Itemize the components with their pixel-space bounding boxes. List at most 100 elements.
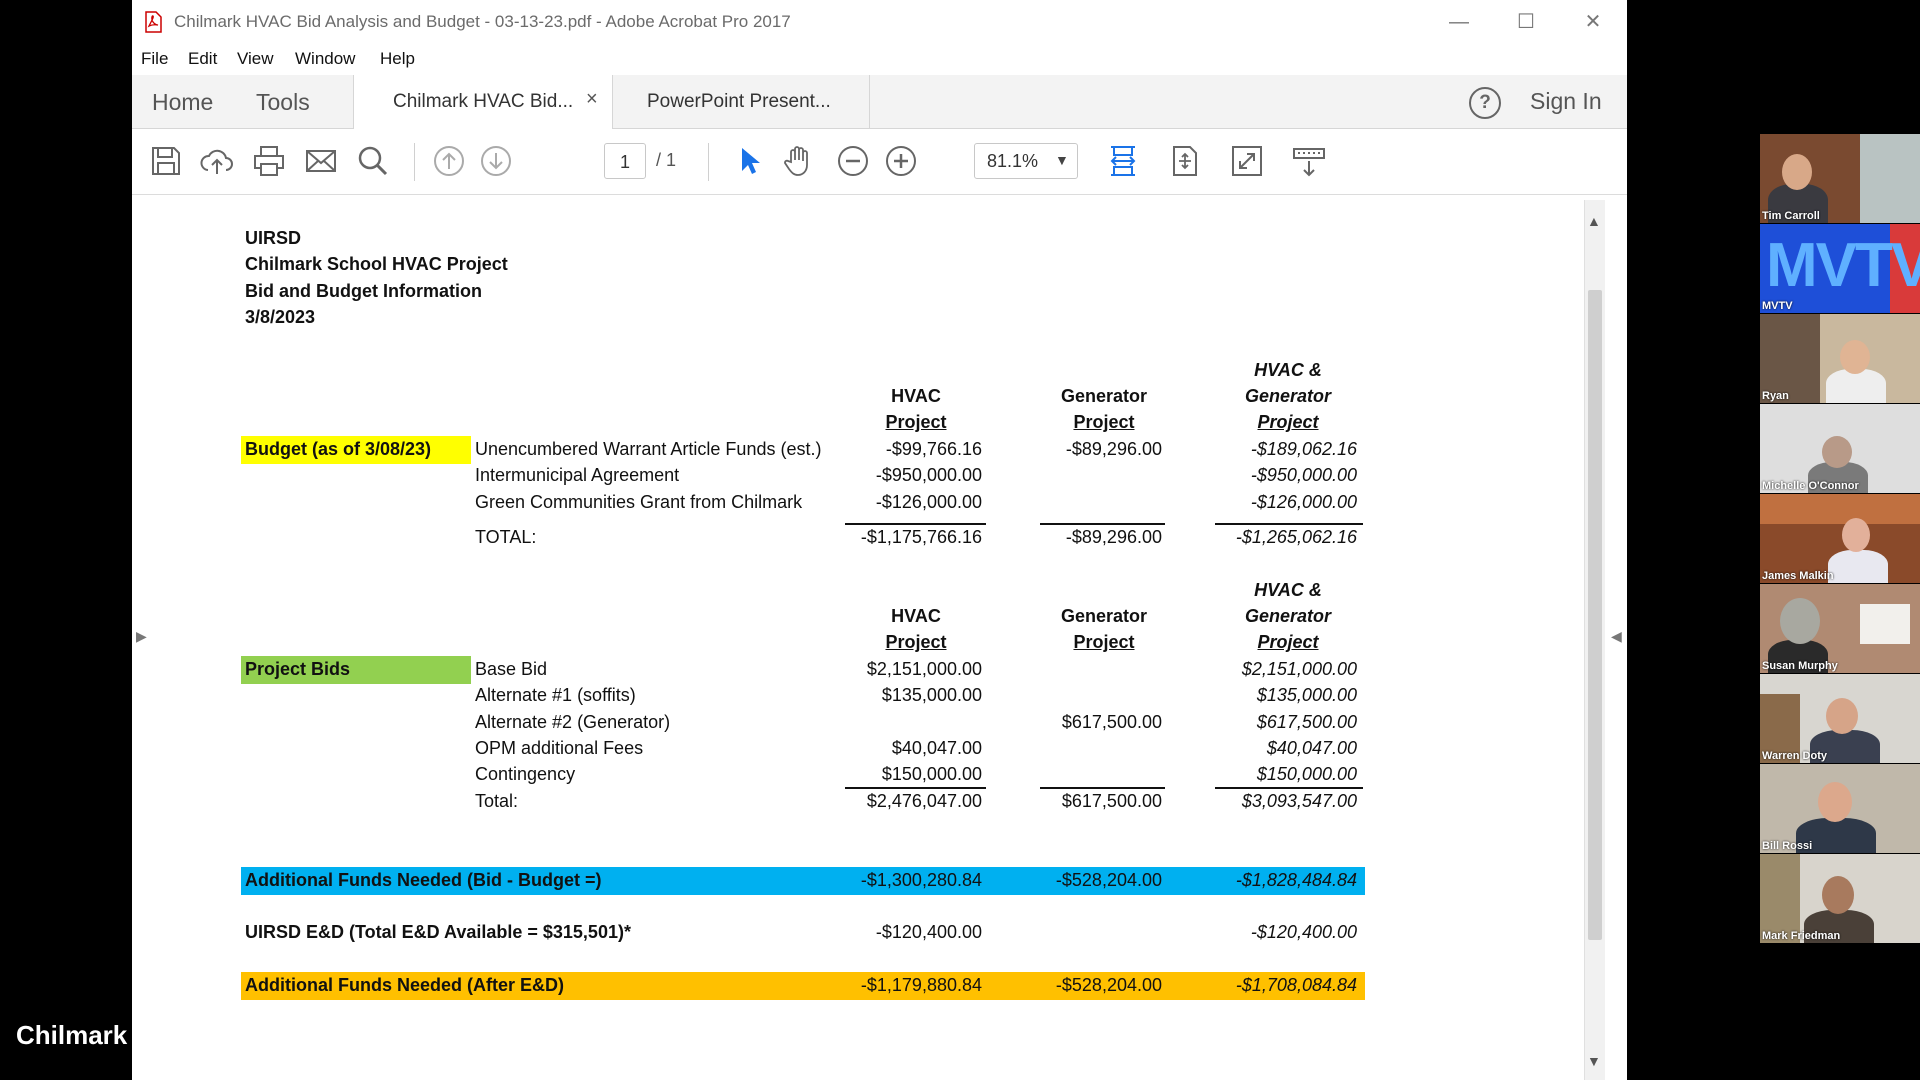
page-up-icon[interactable] [432, 144, 466, 178]
participant-tile[interactable]: Warren Doty [1760, 674, 1920, 763]
doc-project: Chilmark School HVAC Project [245, 254, 508, 274]
participant-tile[interactable]: Ryan [1760, 314, 1920, 403]
participant-tile[interactable]: MVTV MVTV [1760, 224, 1920, 313]
page-number-input[interactable]: 1 [604, 143, 646, 179]
col-header-combined: HVAC & [1254, 580, 1322, 600]
fit-page-icon[interactable] [1168, 144, 1202, 178]
participant-name: MVTV [1762, 300, 1793, 312]
menu-view[interactable]: View [237, 49, 274, 69]
scroll-up-icon[interactable]: ▲ [1587, 213, 1601, 229]
doc-subtitle: Bid and Budget Information [245, 281, 482, 301]
participant-tile[interactable]: Tim Carroll [1760, 134, 1920, 223]
total-rule [1215, 523, 1363, 525]
tab-home[interactable]: Home [152, 89, 213, 116]
zoom-out-icon[interactable] [836, 144, 870, 178]
budget-total-combined: -$1,265,062.16 [1235, 527, 1357, 547]
toolbar: 1 / 1 81.1% ▼ [132, 129, 1627, 195]
ed-hvac: -$120,400.00 [875, 922, 982, 942]
read-mode-icon[interactable] [1292, 144, 1326, 178]
col-header-combined-mid: Generator [1244, 386, 1332, 406]
doc-org: UIRSD [245, 228, 302, 248]
col-header-generator-sub: Project [1073, 632, 1135, 652]
menu-window[interactable]: Window [295, 49, 355, 69]
participant-tile[interactable]: Susan Murphy [1760, 584, 1920, 673]
search-icon[interactable] [356, 144, 390, 178]
menu-help[interactable]: Help [380, 49, 415, 69]
bid-row-combined: $40,047.00 [1266, 738, 1357, 758]
participant-name: Mark Friedman [1762, 930, 1841, 942]
vertical-scrollbar[interactable] [1584, 200, 1605, 1080]
fit-width-icon[interactable] [1106, 144, 1140, 178]
col-header-hvac: HVAC [891, 386, 941, 406]
select-arrow-icon[interactable] [732, 144, 766, 178]
col-header-hvac-sub: Project [885, 632, 947, 652]
bids-total-label: Total: [475, 791, 519, 811]
zoom-value: 81.1% [987, 151, 1039, 171]
col-header-combined-mid: Generator [1244, 606, 1332, 626]
hand-icon[interactable] [782, 144, 816, 178]
bids-total-gen: $617,500.00 [1061, 791, 1162, 811]
email-icon[interactable] [304, 144, 338, 178]
additional-funds-hvac: -$1,300,280.84 [860, 870, 982, 890]
title-bar: Chilmark HVAC Bid Analysis and Budget - … [132, 0, 1627, 45]
doc-date: 3/8/2023 [245, 307, 316, 327]
fullscreen-icon[interactable] [1230, 144, 1264, 178]
scroll-down-icon[interactable]: ▼ [1587, 1053, 1601, 1069]
col-header-hvac: HVAC [891, 606, 941, 626]
after-ed-combined: -$1,708,084.84 [1235, 975, 1357, 995]
after-ed-gen: -$528,204.00 [1055, 975, 1162, 995]
menu-file[interactable]: File [141, 49, 168, 69]
bid-row-item: Alternate #1 (soffits) [475, 685, 636, 705]
col-header-combined: HVAC & [1254, 360, 1322, 380]
menu-bar: File Edit View Window Help [132, 44, 1627, 74]
right-panel-toggle-icon[interactable]: ◀ [1611, 628, 1622, 645]
col-header-hvac-sub: Project [885, 412, 947, 432]
participant-tile[interactable]: Mark Friedman [1760, 854, 1920, 943]
close-window-button[interactable]: ✕ [1566, 6, 1620, 38]
col-header-generator: Generator [1060, 606, 1148, 626]
participant-tile[interactable]: Michelle O'Connor [1760, 404, 1920, 493]
participant-name: Bill Rossi [1762, 840, 1813, 852]
broadcast-watermark: Chilmark B [16, 1020, 154, 1050]
scrollbar-thumb[interactable] [1588, 290, 1602, 940]
tab-tools[interactable]: Tools [256, 89, 310, 116]
bid-row-combined: $617,500.00 [1256, 712, 1357, 732]
toolbar-separator [708, 143, 709, 181]
page-down-icon[interactable] [479, 144, 513, 178]
tab-document-powerpoint[interactable]: PowerPoint Present... [612, 75, 870, 128]
bid-row-item: OPM additional Fees [475, 738, 644, 758]
bids-label: Project Bids [245, 659, 351, 679]
bids-total-combined: $3,093,547.00 [1241, 791, 1357, 811]
total-rule [1215, 787, 1363, 789]
ed-combined: -$120,400.00 [1250, 922, 1357, 942]
close-tab-icon[interactable]: × [586, 88, 598, 111]
menu-edit[interactable]: Edit [188, 49, 217, 69]
help-icon[interactable]: ? [1469, 87, 1501, 119]
chevron-down-icon: ▼ [1055, 152, 1069, 168]
participant-name: James Malkin [1762, 570, 1834, 582]
participant-tile[interactable]: Bill Rossi [1760, 764, 1920, 853]
print-icon[interactable] [252, 144, 286, 178]
after-ed-hvac: -$1,179,880.84 [860, 975, 982, 995]
budget-total-label: TOTAL: [475, 527, 537, 547]
participant-name: Tim Carroll [1762, 210, 1820, 222]
budget-row-gen: -$89,296.00 [1065, 439, 1162, 459]
zoom-select[interactable]: 81.1% ▼ [974, 143, 1078, 179]
col-header-generator-sub: Project [1073, 412, 1135, 432]
tab-document-active[interactable]: Chilmark HVAC Bid... × [353, 75, 613, 129]
bid-row-hvac: $40,047.00 [891, 738, 982, 758]
participant-tile[interactable]: James Malkin [1760, 494, 1920, 583]
bid-row-hvac: $150,000.00 [881, 764, 982, 784]
budget-row-hvac: -$950,000.00 [875, 465, 982, 485]
minimize-button[interactable]: — [1432, 6, 1486, 38]
left-panel-toggle-icon[interactable]: ▶ [136, 628, 147, 645]
additional-funds-gen: -$528,204.00 [1055, 870, 1162, 890]
bids-total-hvac: $2,476,047.00 [866, 791, 982, 811]
sign-in-button[interactable]: Sign In [1530, 88, 1602, 115]
bid-row-combined: $135,000.00 [1256, 685, 1357, 705]
zoom-in-icon[interactable] [884, 144, 918, 178]
maximize-button[interactable]: ☐ [1499, 6, 1553, 38]
budget-total-gen: -$89,296.00 [1065, 527, 1162, 547]
upload-icon[interactable] [200, 144, 234, 178]
save-icon[interactable] [149, 144, 183, 178]
